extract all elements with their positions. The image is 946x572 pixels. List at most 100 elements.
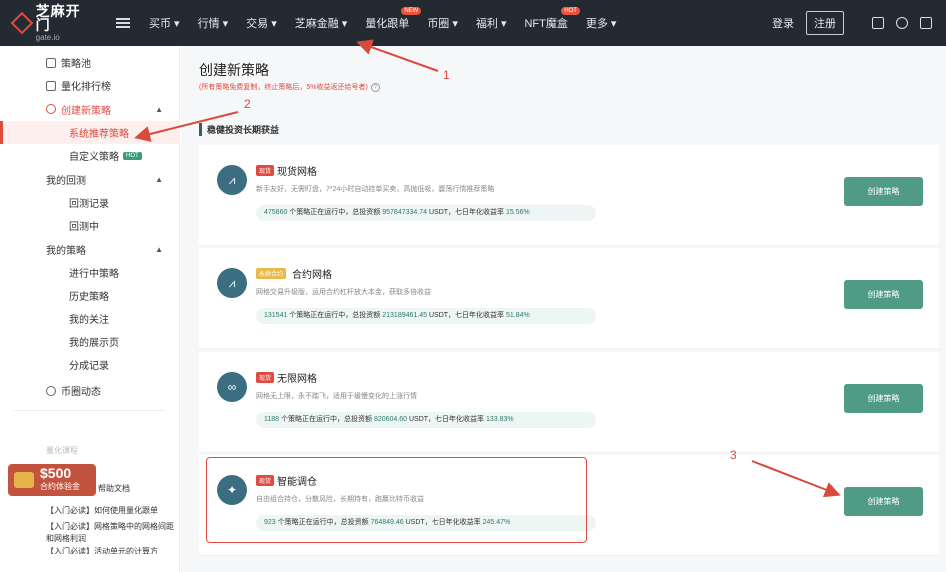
- help-docs-link[interactable]: 帮助文档: [98, 483, 130, 494]
- guide-link[interactable]: 【入门必读】如何使用量化跟单: [46, 505, 176, 517]
- nav-rewards[interactable]: 福利 ▾: [476, 15, 507, 31]
- total-investment: 213189461.45: [382, 312, 428, 319]
- document-icon: [46, 57, 56, 68]
- chart-icon: ⩘: [217, 268, 247, 298]
- stats-text: USDT，七日年化收益率: [407, 416, 486, 423]
- sidebar-divider: [14, 410, 165, 411]
- total-investment: 957847334.74: [382, 209, 428, 216]
- promo-label: 合约体验金: [40, 482, 80, 491]
- stats-text: 个策略正在运行中，总投资额: [275, 519, 371, 526]
- running-count: 475860: [264, 209, 288, 216]
- nav-buy-crypto[interactable]: 买币 ▾: [149, 15, 180, 31]
- annotation-number-3: 3: [730, 448, 737, 462]
- faded-label: 量化课程: [46, 446, 78, 455]
- sidebar-item-quant-rank[interactable]: 量化排行榜: [0, 74, 179, 97]
- logo-subtext: gate.io: [35, 33, 60, 42]
- sidebar-item-custom-strategy[interactable]: 自定义策略 HOT: [0, 144, 179, 167]
- create-strategy-button[interactable]: 创建策略: [844, 487, 923, 516]
- strategy-stats: 923 个策略正在运行中，总投资额 764849.46 USDT，七日年化收益率…: [256, 515, 596, 531]
- sidebar-item-my-follow[interactable]: 我的关注: [0, 307, 179, 330]
- stats-text: 个策略正在运行中，总投资额: [287, 312, 383, 319]
- bulb-icon: ✦: [217, 475, 247, 505]
- sidebar-item-share-record[interactable]: 分成记录: [0, 353, 179, 376]
- nav-trade[interactable]: 交易 ▾: [246, 15, 277, 31]
- strategy-tag: 永续合约: [256, 268, 287, 279]
- running-count: 923: [264, 519, 276, 526]
- logo[interactable]: 芝麻开门 gate.io: [10, 3, 94, 42]
- strategy-stats: 131541 个策略正在运行中，总投资额 213189461.45 USDT，七…: [256, 308, 596, 324]
- sidebar-group-create-strategy[interactable]: 创建新策略 ▲: [0, 97, 179, 121]
- sidebar-item-strategy-pool[interactable]: 策略池: [0, 51, 179, 74]
- strategy-name: 无限网格: [277, 374, 317, 385]
- globe-icon: [46, 385, 56, 396]
- nav-markets[interactable]: 行情 ▾: [198, 15, 229, 31]
- nav-finance[interactable]: 芝麻金融 ▾: [295, 15, 348, 31]
- sidebar-group-label: 创建新策略: [61, 105, 111, 117]
- strategy-description: 自由组合持仓，分散风险，长期持有，跑赢比特币收益: [256, 496, 424, 503]
- total-investment: 764849.46: [370, 519, 404, 526]
- strategy-description: 新手友好，无需盯盘，7*24小时自动挂单买卖，高抛低吸，震荡行情推荐策略: [256, 186, 495, 193]
- sidebar-item-label: 策略池: [61, 59, 91, 70]
- sidebar-item-history[interactable]: 历史策略: [0, 284, 179, 307]
- sidebar-item-coin-news[interactable]: 币圈动态: [0, 379, 179, 402]
- sidebar-item-my-showcase[interactable]: 我的展示页: [0, 330, 179, 353]
- strategy-name: 智能调仓: [277, 477, 317, 488]
- nav-nft-box[interactable]: NFT魔盒 HOT: [524, 7, 580, 31]
- sidebar: 策略池 量化排行榜 创建新策略 ▲ 系统推荐策略 自定义策略 HOT 我的回测 ▲ 回…: [0, 46, 180, 572]
- guide-link[interactable]: 【入门必读】网格策略中的网格间距和网格利润: [46, 521, 176, 545]
- create-strategy-button[interactable]: 创建策略: [844, 177, 923, 206]
- settings-icon[interactable]: [920, 17, 932, 29]
- strategy-stats: 1188 个策略正在运行中，总投资额 820604.60 USDT，七日年化收益…: [256, 412, 596, 428]
- total-investment: 820604.60: [373, 416, 408, 423]
- annotation-number-2: 2: [244, 97, 251, 111]
- promo-banner[interactable]: $500 合约体验金: [8, 464, 96, 496]
- register-button[interactable]: 注册: [806, 11, 844, 35]
- sidebar-group-label: 我的策略: [46, 245, 86, 257]
- strategy-name: 现货网格: [277, 167, 317, 178]
- bar-chart-icon: [46, 80, 56, 91]
- sidebar-group-my-backtest[interactable]: 我的回测 ▲: [0, 167, 179, 191]
- coin-icon: [14, 472, 34, 488]
- menu-icon[interactable]: [116, 18, 130, 28]
- annual-return-rate: 245.47%: [482, 519, 511, 526]
- nav-nft-box-label: NFT魔盒: [524, 18, 568, 30]
- annual-return-rate: 51.84%: [505, 312, 530, 319]
- sidebar-item-backtesting[interactable]: 回测中: [0, 214, 179, 237]
- nav-copy-trading[interactable]: 量化跟单 NEW: [365, 7, 422, 31]
- nav-copy-trading-label: 量化跟单: [365, 18, 410, 30]
- create-strategy-button[interactable]: 创建策略: [844, 280, 923, 309]
- chevron-up-icon: ▲: [155, 244, 163, 254]
- sidebar-item-backtest-record[interactable]: 回测记录: [0, 191, 179, 214]
- stats-text: USDT，七日年化收益率: [427, 209, 506, 216]
- new-badge: NEW: [401, 7, 422, 15]
- strategy-card: ⩘ 现货 现货网格新手友好，无需盯盘，7*24小时自动挂单买卖，高抛低吸，震荡行情推…: [199, 145, 939, 246]
- stats-text: 个策略正在运行中，总投资额: [279, 416, 374, 423]
- strategy-stats: 475860 个策略正在运行中，总投资额 957847334.74 USDT，七…: [256, 205, 596, 221]
- strategy-tag: 现货: [256, 165, 275, 176]
- chevron-up-icon: ▲: [155, 174, 163, 184]
- support-icon[interactable]: [896, 17, 908, 29]
- sidebar-item-running[interactable]: 进行中策略: [0, 261, 179, 284]
- strategy-description: 网格无上限，永不踏飞，适用于缓慢变化的上涨行情: [256, 393, 417, 400]
- chart-icon: ⩘: [217, 165, 247, 195]
- chevron-up-icon: ▲: [155, 104, 163, 114]
- strategy-tag: 现货: [256, 372, 275, 383]
- strategy-description: 网格交易升级版，运用合约杠杆放大本金，获取多倍收益: [256, 289, 431, 296]
- promo-amount: $500: [40, 465, 72, 481]
- guide-link[interactable]: 【入门必读】活动单元的计算方: [46, 546, 176, 554]
- sidebar-item-label: 币圈动态: [61, 387, 101, 398]
- create-strategy-button[interactable]: 创建策略: [844, 384, 923, 413]
- section-title: 稳健投资长期获益: [199, 123, 279, 136]
- strategy-name: 合约网格: [292, 270, 332, 281]
- help-icon[interactable]: ?: [370, 83, 380, 92]
- strategy-card: ∞ 现货 无限网格 网格无上限，永不踏飞，适用于缓慢变化的上涨行情 1188 个策略正在…: [199, 352, 939, 453]
- login-link[interactable]: 登录: [772, 15, 794, 31]
- nav-more[interactable]: 更多 ▾: [586, 15, 617, 31]
- download-icon[interactable]: [872, 17, 884, 29]
- sidebar-item-label: 量化排行榜: [61, 82, 111, 93]
- logo-text: 芝麻开门: [35, 3, 81, 33]
- nav-community[interactable]: 币圈 ▾: [427, 15, 458, 31]
- sidebar-group-my-strategy[interactable]: 我的策略 ▲: [0, 237, 179, 261]
- top-navbar: 芝麻开门 gate.io 买币 ▾ 行情 ▾ 交易 ▾ 芝麻金融 ▾ 量化跟单 N…: [0, 0, 946, 46]
- sidebar-item-system-recommend[interactable]: 系统推荐策略: [0, 121, 179, 144]
